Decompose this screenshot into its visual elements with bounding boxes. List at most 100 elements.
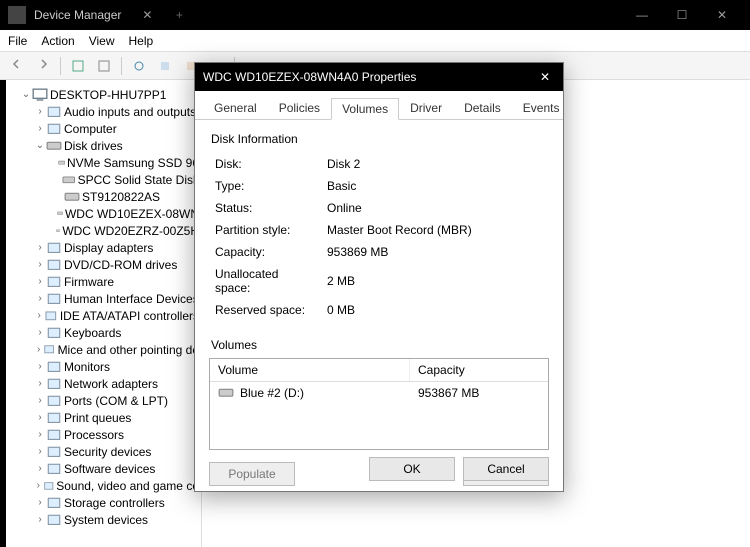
tree-label: DESKTOP-HHU7PP1 xyxy=(50,88,166,102)
tree-node[interactable]: › Processors xyxy=(8,426,199,443)
tab-policies[interactable]: Policies xyxy=(268,97,331,119)
expand-toggle[interactable]: › xyxy=(34,106,46,117)
tree-leaf[interactable]: NVMe Samsung SSD 96 xyxy=(8,154,199,171)
dialog-close-button[interactable]: ✕ xyxy=(535,67,555,87)
expand-toggle[interactable]: › xyxy=(34,123,46,134)
tree-node[interactable]: ›Ports (COM & LPT) xyxy=(8,392,199,409)
tree-node[interactable]: › Firmware xyxy=(8,273,199,290)
tree-label: Mice and other pointing de xyxy=(58,343,199,357)
close-button[interactable]: ✕ xyxy=(702,0,742,30)
device-icon xyxy=(46,360,62,374)
tab-events[interactable]: Events xyxy=(512,97,571,119)
expand-toggle[interactable]: › xyxy=(34,463,46,474)
tree-node[interactable]: ⌄Disk drives xyxy=(8,137,199,154)
window-title-bar: Device Manager ✕ + — ☐ ✕ xyxy=(0,0,750,30)
menu-action[interactable]: Action xyxy=(41,34,74,48)
tree-leaf[interactable]: ST9120822AS xyxy=(8,188,199,205)
expand-toggle[interactable]: › xyxy=(34,395,46,406)
tree-leaf[interactable]: WDC WD20EZRZ-00Z5H xyxy=(8,222,199,239)
tree-node[interactable]: › Mice and other pointing de xyxy=(8,341,199,358)
expand-toggle[interactable]: › xyxy=(34,497,46,508)
tree-label: System devices xyxy=(64,513,148,527)
volumes-list[interactable]: Volume Capacity Blue #2 (D:)953867 MB xyxy=(209,358,549,450)
menu-file[interactable]: File xyxy=(8,34,27,48)
tree-node[interactable]: ›Software devices xyxy=(8,460,199,477)
menu-view[interactable]: View xyxy=(89,34,115,48)
new-tab-button[interactable]: + xyxy=(165,8,193,22)
expand-toggle[interactable]: › xyxy=(34,412,46,423)
device-icon xyxy=(44,309,58,323)
device-icon xyxy=(46,258,62,272)
device-tree[interactable]: ⌄ DESKTOP-HHU7PP1›Audio inputs and output… xyxy=(6,80,202,547)
device-icon xyxy=(46,411,62,425)
back-button[interactable] xyxy=(6,55,28,77)
tree-label: NVMe Samsung SSD 96 xyxy=(67,156,199,170)
populate-button[interactable]: Populate xyxy=(209,462,295,486)
device-icon xyxy=(46,241,62,255)
expand-toggle[interactable]: › xyxy=(34,480,43,491)
toolbar-button-4[interactable] xyxy=(154,55,176,77)
tree-node[interactable]: ›DVD/CD-ROM drives xyxy=(8,256,199,273)
tree-node[interactable]: › Monitors xyxy=(8,358,199,375)
tree-label: Sound, video and game co xyxy=(56,479,199,493)
device-icon xyxy=(43,343,55,357)
tab-close-button[interactable]: ✕ xyxy=(133,8,161,22)
tab-general[interactable]: General xyxy=(203,97,268,119)
forward-button[interactable] xyxy=(32,55,54,77)
device-icon xyxy=(46,326,62,340)
expand-toggle[interactable]: › xyxy=(34,293,46,304)
tree-leaf[interactable]: SPCC Solid State Disk xyxy=(8,171,199,188)
device-icon xyxy=(46,513,62,527)
expand-toggle[interactable]: › xyxy=(34,361,46,372)
expand-toggle[interactable]: › xyxy=(34,259,46,270)
toolbar-button-2[interactable] xyxy=(93,55,115,77)
device-icon xyxy=(46,139,62,153)
menu-help[interactable]: Help xyxy=(129,34,154,48)
tree-node[interactable]: ›Keyboards xyxy=(8,324,199,341)
tree-label: Monitors xyxy=(64,360,110,374)
tree-node[interactable]: ›Network adapters xyxy=(8,375,199,392)
tree-node[interactable]: ›Human Interface Devices xyxy=(8,290,199,307)
tree-node[interactable]: › System devices xyxy=(8,511,199,528)
tab-driver[interactable]: Driver xyxy=(399,97,453,119)
tab-details[interactable]: Details xyxy=(453,97,512,119)
expand-toggle[interactable]: › xyxy=(34,378,46,389)
tree-leaf[interactable]: WDC WD10EZEX-08WN xyxy=(8,205,199,222)
device-icon xyxy=(46,394,62,408)
expand-toggle[interactable]: › xyxy=(34,242,46,253)
expand-toggle[interactable]: › xyxy=(34,429,46,440)
expand-toggle[interactable]: › xyxy=(34,344,43,355)
tree-node[interactable]: ›Audio inputs and outputs xyxy=(8,103,199,120)
tree-node[interactable]: › Storage controllers xyxy=(8,494,199,511)
toolbar-button-3[interactable] xyxy=(128,55,150,77)
cancel-button[interactable]: Cancel xyxy=(463,457,549,481)
tree-node[interactable]: › Sound, video and game co xyxy=(8,477,199,494)
expand-toggle[interactable]: ⌄ xyxy=(34,140,46,151)
expand-toggle[interactable]: › xyxy=(34,514,46,525)
minimize-button[interactable]: — xyxy=(622,0,662,30)
tree-node[interactable]: ›Computer xyxy=(8,120,199,137)
capacity-col-header[interactable]: Capacity xyxy=(410,359,548,381)
device-icon xyxy=(46,445,62,459)
expand-toggle[interactable]: › xyxy=(34,276,46,287)
tab-volumes[interactable]: Volumes xyxy=(331,98,399,120)
expand-toggle[interactable]: › xyxy=(34,310,44,321)
device-icon xyxy=(56,224,61,238)
volume-row[interactable]: Blue #2 (D:)953867 MB xyxy=(210,382,548,404)
toolbar-button-1[interactable] xyxy=(67,55,89,77)
tree-node[interactable]: ›Print queues xyxy=(8,409,199,426)
tree-root[interactable]: ⌄ DESKTOP-HHU7PP1 xyxy=(8,86,199,103)
expand-toggle[interactable]: › xyxy=(34,446,46,457)
tree-node[interactable]: ›IDE ATA/ATAPI controllers xyxy=(8,307,199,324)
tree-node[interactable]: ›Display adapters xyxy=(8,239,199,256)
device-icon xyxy=(64,190,80,204)
tree-label: Firmware xyxy=(64,275,114,289)
ok-button[interactable]: OK xyxy=(369,457,455,481)
maximize-button[interactable]: ☐ xyxy=(662,0,702,30)
tree-label: Processors xyxy=(64,428,124,442)
tree-node[interactable]: ›Security devices xyxy=(8,443,199,460)
expand-toggle[interactable]: ⌄ xyxy=(20,89,32,100)
volume-col-header[interactable]: Volume xyxy=(210,359,410,381)
tree-label: Storage controllers xyxy=(64,496,165,510)
expand-toggle[interactable]: › xyxy=(34,327,46,338)
